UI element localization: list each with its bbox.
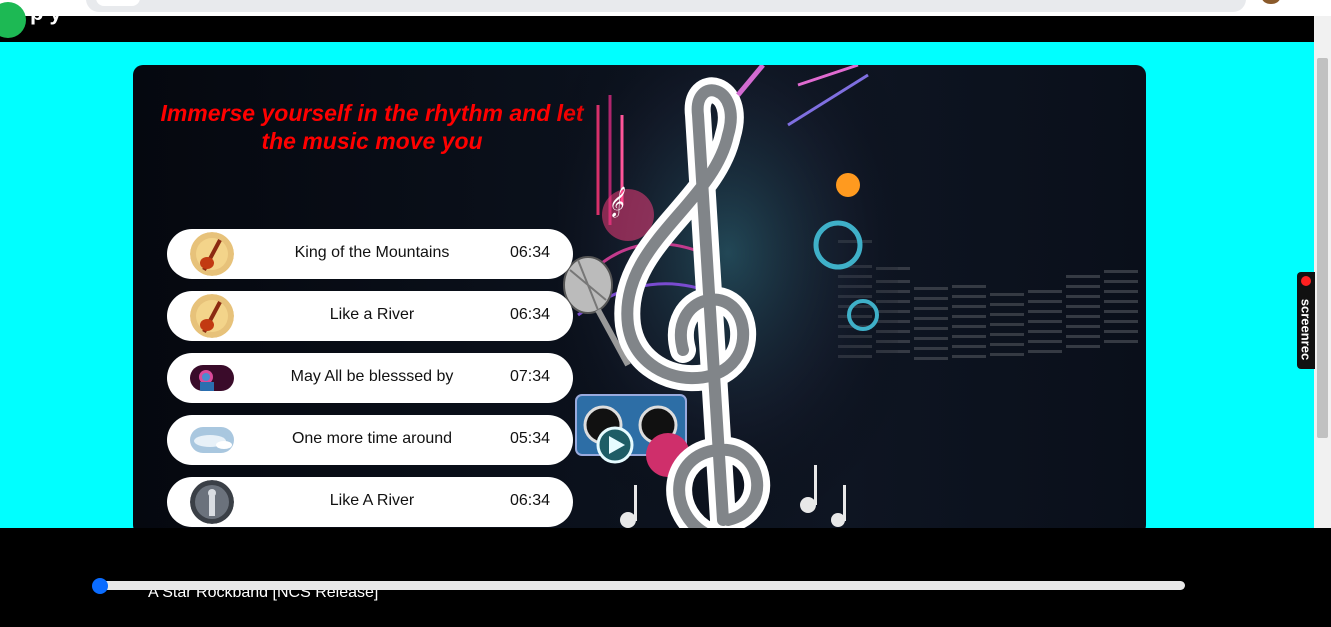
svg-text:𝄞: 𝄞 xyxy=(608,186,625,218)
song-title: Like A River xyxy=(329,492,415,509)
song-item[interactable]: Like a River 06:34 xyxy=(167,291,573,341)
song-thumbnail xyxy=(190,294,234,338)
song-thumbnail xyxy=(190,365,234,391)
treble-clef-artwork: 𝄞 xyxy=(558,65,898,535)
song-duration: 06:34 xyxy=(509,306,550,323)
page-scrollbar[interactable] xyxy=(1314,16,1331,528)
song-item[interactable]: One more time around 05:34 xyxy=(167,415,573,465)
hero-card: Immerse yourself in the rhythm and let t… xyxy=(133,65,1146,535)
screenrec-label: screenrec xyxy=(1298,298,1314,361)
song-item[interactable]: King of the Mountains 06:34 xyxy=(167,229,573,279)
song-duration: 05:34 xyxy=(509,430,550,447)
song-title: King of the Mountains xyxy=(294,244,450,261)
brand-name[interactable]: p y xyxy=(30,0,62,26)
record-icon xyxy=(1301,276,1311,286)
song-thumbnail xyxy=(190,480,234,524)
address-bar-chip xyxy=(96,0,140,6)
song-thumbnail xyxy=(190,427,234,453)
song-title: One more time around xyxy=(291,430,453,447)
address-bar[interactable] xyxy=(86,0,1246,12)
song-duration: 07:34 xyxy=(509,368,550,385)
song-duration: 06:34 xyxy=(509,492,550,509)
song-thumbnail xyxy=(190,232,234,276)
song-list: King of the Mountains 06:34 Like a River… xyxy=(167,229,573,535)
song-item[interactable]: May All be blesssed by 07:34 xyxy=(167,353,573,403)
song-duration: 06:34 xyxy=(509,244,550,261)
hero-tagline: Immerse yourself in the rhythm and let t… xyxy=(160,100,584,154)
profile-avatar[interactable] xyxy=(1262,0,1280,4)
bottom-player: A Star Rockband [NCS Release] xyxy=(0,528,1331,627)
progress-slider[interactable] xyxy=(92,578,1185,594)
browser-chrome xyxy=(0,0,1331,16)
app-navbar: p y xyxy=(0,0,1331,42)
scrollbar-thumb[interactable] xyxy=(1317,58,1328,438)
song-item[interactable]: Like A River 06:34 xyxy=(167,477,573,527)
progress-knob[interactable] xyxy=(92,578,108,594)
song-title: Like a River xyxy=(329,306,415,323)
song-title: May All be blesssed by xyxy=(290,368,454,385)
screenrec-widget[interactable]: screenrec xyxy=(1297,272,1315,369)
